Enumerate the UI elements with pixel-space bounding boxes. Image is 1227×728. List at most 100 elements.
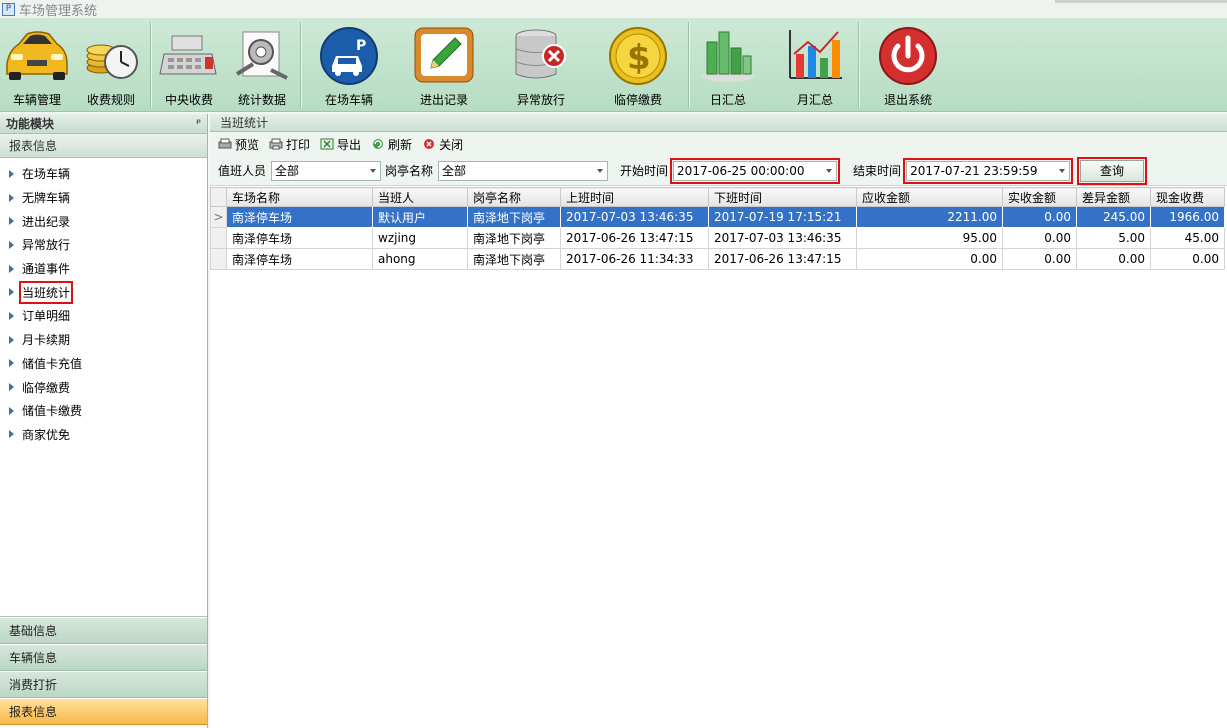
fee-rules-button[interactable]: 收费规则: [78, 18, 144, 112]
monthly-summary-button[interactable]: 月汇总: [782, 18, 848, 112]
close-button[interactable]: 关闭: [422, 136, 463, 153]
nav-item-merchant-discount[interactable]: 商家优免: [0, 423, 207, 447]
refresh-button[interactable]: 刷新: [371, 136, 412, 153]
column-header[interactable]: 上班时间: [560, 187, 709, 207]
printer-preview-icon: [218, 138, 232, 149]
page-title-bar: 当班统计: [210, 114, 1227, 132]
nav-item-stored-card-recharge[interactable]: 储值卡充值: [0, 352, 207, 376]
table-cell: 默认用户: [372, 206, 468, 228]
vehicles-in-lot-button[interactable]: P 在场车辆: [313, 18, 385, 112]
booth-select[interactable]: 全部: [438, 160, 609, 181]
title-bar-controls-area: [1055, 0, 1227, 3]
pin-icon[interactable]: ᵖ: [196, 118, 201, 129]
panel-header: 功能模块 ᵖ: [0, 114, 207, 134]
query-button[interactable]: 查询: [1077, 156, 1148, 185]
nav-item-abnormal-release[interactable]: 异常放行: [0, 233, 207, 257]
nav-item-shift-statistics[interactable]: 当班统计: [0, 280, 207, 304]
window-title: 车场管理系统: [19, 3, 98, 19]
nav-item-stored-card-payment[interactable]: 储值卡缴费: [0, 399, 207, 423]
column-header[interactable]: 下班时间: [708, 187, 857, 207]
table-cell: 0.00: [856, 248, 1003, 270]
shift-statistics-table: 车场名称 当班人 岗亭名称 上班时间 下班时间 应收金额 实收金额 差异金额 现…: [210, 187, 1225, 270]
preview-button[interactable]: 预览: [218, 136, 259, 153]
nav-item-monthly-card-renewal[interactable]: 月卡续期: [0, 328, 207, 352]
table-cell: 2017-07-03 13:46:35: [560, 206, 709, 228]
table-row[interactable]: 南泽停车场 ahong 南泽地下岗亭 2017-06-26 11:34:33 2…: [210, 248, 1225, 270]
toolbar-label: 统计数据: [237, 93, 286, 107]
start-time-picker[interactable]: 2017-06-25 00:00:00: [670, 157, 841, 184]
statistics-button[interactable]: 统计数据: [228, 18, 296, 112]
app-icon: P: [2, 2, 15, 16]
cash-register-icon: [159, 35, 217, 75]
bar-blocks-icon: [702, 31, 754, 82]
table-cell: 南泽停车场: [226, 227, 373, 249]
bar-chart-icon: [789, 30, 842, 79]
panel-title: 功能模块: [6, 117, 55, 131]
main-content: 当班统计 预览 打印 导出 刷新 关闭 值班人员 全部 岗亭名称 全部 开始时间…: [210, 114, 1227, 728]
central-charge-button[interactable]: 中央收费: [155, 18, 223, 112]
main-toolbar: 车辆管理 收费规则 中央收费 统计数据 P 在场车辆 进出记录 异常放行 $ 临…: [0, 18, 1227, 112]
toolbar-label: 在场车辆: [324, 93, 373, 107]
triangle-right-icon: [9, 264, 14, 273]
entry-exit-records-button[interactable]: 进出记录: [408, 18, 480, 112]
sports-car-icon: [6, 31, 68, 80]
toolbar-label: 车辆管理: [12, 93, 61, 107]
filter-bar: 值班人员 全部 岗亭名称 全部 开始时间 2017-06-25 00:00:00…: [210, 156, 1227, 186]
end-time-picker[interactable]: 2017-07-21 23:59:59: [903, 157, 1074, 184]
category-basic-info[interactable]: 基础信息: [0, 617, 207, 644]
report-items-list: 在场车辆 无牌车辆 进出纪录 异常放行 通道事件 当班统计 订单明细 月卡续期 …: [0, 158, 207, 617]
group-title: 报表信息: [9, 139, 58, 153]
chevron-down-icon: [826, 168, 833, 173]
chevron-down-icon: [1059, 168, 1066, 173]
chevron-down-icon: [370, 168, 377, 173]
table-cell: 1966.00: [1150, 206, 1225, 228]
table-cell: 南泽停车场: [226, 248, 373, 270]
table-cell: 0.00: [1002, 206, 1077, 228]
table-cell: 2211.00: [856, 206, 1003, 228]
category-report-info[interactable]: 报表信息: [0, 698, 207, 725]
nav-item-temp-parking-payment[interactable]: 临停缴费: [0, 375, 207, 399]
table-cell: 45.00: [1150, 227, 1225, 249]
export-button[interactable]: 导出: [320, 136, 361, 153]
nav-item-channel-events[interactable]: 通道事件: [0, 257, 207, 281]
title-bar: P 车场管理系统: [0, 0, 1227, 19]
nav-item-entry-exit-records[interactable]: 进出纪录: [0, 209, 207, 233]
table-cell: 0.00: [1150, 248, 1225, 270]
nav-item-order-details[interactable]: 订单明细: [0, 304, 207, 328]
column-header[interactable]: 应收金额: [856, 187, 1003, 207]
column-header[interactable]: 车场名称: [226, 187, 373, 207]
print-button[interactable]: 打印: [269, 136, 310, 153]
table-row[interactable]: 南泽停车场 wzjing 南泽地下岗亭 2017-06-26 13:47:15 …: [210, 227, 1225, 249]
daily-summary-button[interactable]: 日汇总: [695, 18, 761, 112]
row-header-cell: [210, 227, 227, 249]
vehicle-management-button[interactable]: 车辆管理: [2, 18, 72, 112]
category-consumption-discount[interactable]: 消费打折: [0, 671, 207, 698]
exit-system-button[interactable]: 退出系统: [870, 18, 946, 112]
abnormal-release-button[interactable]: 异常放行: [505, 18, 577, 112]
triangle-right-icon: [9, 335, 14, 344]
nav-item-unlicensed-vehicles[interactable]: 无牌车辆: [0, 186, 207, 210]
column-header[interactable]: 现金收费: [1150, 187, 1225, 207]
column-header[interactable]: 岗亭名称: [467, 187, 561, 207]
triangle-right-icon: [9, 311, 14, 320]
triangle-right-icon: [9, 240, 14, 249]
booth-label: 岗亭名称: [385, 164, 434, 178]
table-cell: 95.00: [856, 227, 1003, 249]
staff-select[interactable]: 全部: [271, 160, 382, 181]
table-row[interactable]: > 南泽停车场 默认用户 南泽地下岗亭 2017-07-03 13:46:35 …: [210, 206, 1225, 228]
toolbar-label: 月汇总: [796, 93, 833, 107]
table-cell: 南泽地下岗亭: [467, 206, 561, 228]
column-header[interactable]: 实收金额: [1002, 187, 1077, 207]
column-header[interactable]: 当班人: [372, 187, 468, 207]
refresh-icon: [373, 139, 384, 149]
nav-item-vehicles-in-lot[interactable]: 在场车辆: [0, 162, 207, 186]
group-header-reports[interactable]: 报表信息: [0, 134, 207, 158]
notepad-pencil-icon: [414, 27, 474, 83]
triangle-right-icon: [9, 359, 14, 368]
table-cell: 2017-07-19 17:15:21: [708, 206, 857, 228]
table-cell: 南泽地下岗亭: [467, 227, 561, 249]
function-module-panel: 功能模块 ᵖ 报表信息 在场车辆 无牌车辆 进出纪录 异常放行 通道事件 当班统…: [0, 114, 208, 728]
column-header[interactable]: 差异金额: [1076, 187, 1151, 207]
category-vehicle-info[interactable]: 车辆信息: [0, 644, 207, 671]
temp-parking-payment-button[interactable]: $ 临停缴费: [600, 18, 676, 112]
